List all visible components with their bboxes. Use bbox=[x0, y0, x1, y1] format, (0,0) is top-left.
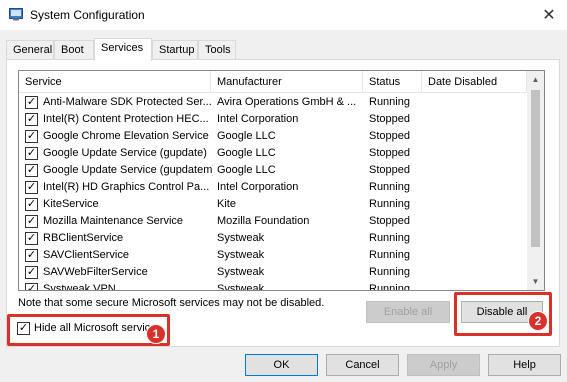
table-row[interactable]: ✓ SAVClientService Systweak Running bbox=[19, 247, 527, 264]
table-row[interactable]: ✓ Systweak VPN Systweak Running bbox=[19, 281, 527, 291]
table-row[interactable]: ✓ SAVWebFilterService Systweak Running bbox=[19, 264, 527, 281]
status-cell: Stopped bbox=[369, 130, 410, 142]
status-cell: Running bbox=[369, 181, 410, 193]
manufacturer-cell: Intel Corporation bbox=[217, 181, 299, 193]
manufacturer-cell: Systweak bbox=[217, 232, 265, 244]
tab-startup[interactable]: Startup bbox=[152, 40, 198, 60]
callout-badge-1: 1 bbox=[146, 324, 166, 344]
manufacturer-cell: Systweak bbox=[217, 266, 265, 278]
row-checkbox[interactable]: ✓ bbox=[25, 215, 38, 228]
row-checkbox[interactable]: ✓ bbox=[25, 266, 38, 279]
table-row[interactable]: ✓ Google Chrome Elevation Service Google L… bbox=[19, 128, 527, 145]
cancel-button[interactable]: Cancel bbox=[326, 354, 399, 376]
service-name-cell: Systweak VPN bbox=[43, 283, 116, 291]
status-cell: Running bbox=[369, 266, 410, 278]
service-name-cell: KiteService bbox=[43, 198, 99, 210]
row-checkbox[interactable]: ✓ bbox=[25, 164, 38, 177]
column-service[interactable]: Service bbox=[19, 71, 211, 93]
table-row[interactable]: ✓ Anti-Malware SDK Protected Ser... Avira … bbox=[19, 94, 527, 111]
table-row[interactable]: ✓ RBClientService Systweak Running bbox=[19, 230, 527, 247]
ok-button[interactable]: OK bbox=[245, 354, 318, 376]
status-cell: Stopped bbox=[369, 147, 410, 159]
status-cell: Stopped bbox=[369, 113, 410, 125]
help-button[interactable]: Help bbox=[488, 354, 561, 376]
table-row[interactable]: ✓ Google Update Service (gupdatem) Google … bbox=[19, 162, 527, 179]
row-checkbox[interactable]: ✓ bbox=[25, 113, 38, 126]
row-checkbox[interactable]: ✓ bbox=[25, 249, 38, 262]
tab-general[interactable]: General bbox=[6, 40, 54, 60]
scroll-thumb[interactable] bbox=[531, 90, 540, 247]
column-manufacturer[interactable]: Manufacturer bbox=[211, 71, 363, 93]
column-date-disabled[interactable]: Date Disabled bbox=[422, 71, 527, 93]
callout-badge-2: 2 bbox=[528, 311, 548, 331]
window-title: System Configuration bbox=[30, 8, 145, 22]
apply-button[interactable]: Apply bbox=[407, 354, 480, 376]
table-row[interactable]: ✓ Mozilla Maintenance Service Mozilla Foun… bbox=[19, 213, 527, 230]
manufacturer-cell: Systweak bbox=[217, 249, 265, 261]
row-checkbox[interactable]: ✓ bbox=[25, 130, 38, 143]
service-name-cell: SAVWebFilterService bbox=[43, 266, 148, 278]
column-status[interactable]: Status bbox=[363, 71, 422, 93]
status-cell: Stopped bbox=[369, 164, 410, 176]
close-icon[interactable]: ✕ bbox=[531, 0, 567, 30]
table-row[interactable]: ✓ Intel(R) HD Graphics Control Pa... Intel… bbox=[19, 179, 527, 196]
status-cell: Running bbox=[369, 249, 410, 261]
manufacturer-cell: Systweak bbox=[217, 283, 265, 291]
service-name-cell: Anti-Malware SDK Protected Ser... bbox=[43, 96, 212, 108]
tab-tools[interactable]: Tools bbox=[198, 40, 236, 60]
dialog-footer: OK Cancel Apply Help bbox=[0, 348, 567, 382]
manufacturer-cell: Kite bbox=[217, 198, 236, 210]
status-cell: Running bbox=[369, 198, 410, 210]
service-name-cell: Intel(R) Content Protection HEC... bbox=[43, 113, 209, 125]
service-name-cell: Mozilla Maintenance Service bbox=[43, 215, 184, 227]
row-checkbox[interactable]: ✓ bbox=[25, 96, 38, 109]
row-checkbox[interactable]: ✓ bbox=[25, 283, 38, 290]
row-checkbox[interactable]: ✓ bbox=[25, 232, 38, 245]
list-header: Service Manufacturer Status Date Disable… bbox=[19, 71, 527, 93]
vertical-scrollbar[interactable]: ▲ ▼ bbox=[527, 71, 544, 290]
service-name-cell: SAVClientService bbox=[43, 249, 129, 261]
manufacturer-cell: Google LLC bbox=[217, 147, 276, 159]
status-cell: Running bbox=[369, 232, 410, 244]
manufacturer-cell: Mozilla Foundation bbox=[217, 215, 310, 227]
services-list[interactable]: Service Manufacturer Status Date Disable… bbox=[18, 70, 545, 291]
row-checkbox[interactable]: ✓ bbox=[25, 181, 38, 194]
table-row[interactable]: ✓ Intel(R) Content Protection HEC... Intel… bbox=[19, 111, 527, 128]
service-name-cell: Google Update Service (gupdatem) bbox=[43, 164, 213, 176]
status-cell: Stopped bbox=[369, 215, 410, 227]
title-bar: System Configuration ✕ bbox=[0, 0, 567, 30]
service-name-cell: RBClientService bbox=[43, 232, 124, 244]
service-name-cell: Intel(R) HD Graphics Control Pa... bbox=[43, 181, 210, 193]
manufacturer-cell: Avira Operations GmbH & ... bbox=[217, 96, 357, 108]
row-checkbox[interactable]: ✓ bbox=[25, 147, 38, 160]
enable-all-button[interactable]: Enable all bbox=[366, 301, 450, 323]
manufacturer-cell: Google LLC bbox=[217, 164, 276, 176]
note-text: Note that some secure Microsoft services… bbox=[18, 297, 325, 309]
table-row[interactable]: ✓ Google Update Service (gupdate) Google L… bbox=[19, 145, 527, 162]
table-row[interactable]: ✓ KiteService Kite Running bbox=[19, 196, 527, 213]
row-checkbox[interactable]: ✓ bbox=[25, 198, 38, 211]
service-name-cell: Google Chrome Elevation Service bbox=[43, 130, 209, 142]
status-cell: Running bbox=[369, 96, 410, 108]
status-cell: Running bbox=[369, 283, 410, 291]
scroll-down-icon[interactable]: ▼ bbox=[527, 273, 544, 290]
manufacturer-cell: Intel Corporation bbox=[217, 113, 299, 125]
service-name-cell: Google Update Service (gupdate) bbox=[43, 147, 207, 159]
tab-boot[interactable]: Boot bbox=[54, 40, 94, 60]
msconfig-icon bbox=[9, 8, 23, 21]
manufacturer-cell: Google LLC bbox=[217, 130, 276, 142]
tab-services[interactable]: Services bbox=[94, 38, 152, 61]
scroll-up-icon[interactable]: ▲ bbox=[527, 71, 544, 88]
